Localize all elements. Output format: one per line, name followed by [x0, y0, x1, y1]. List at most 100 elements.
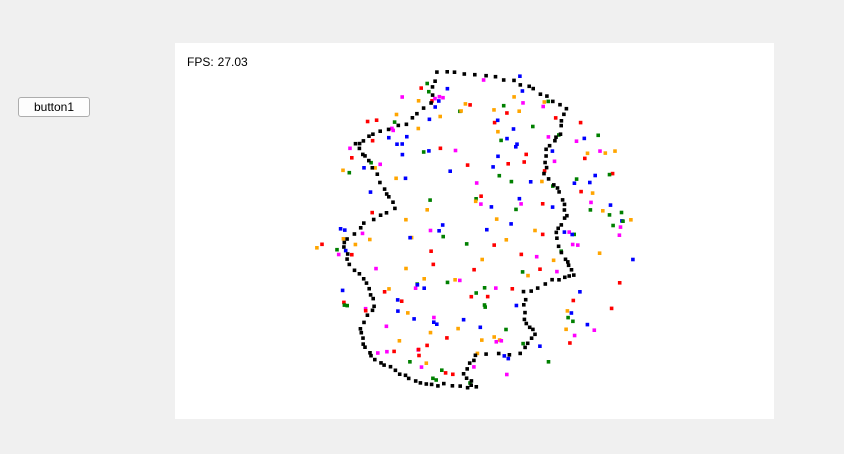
particle [461, 317, 466, 322]
particle [497, 173, 502, 178]
particle [342, 245, 346, 249]
particle [571, 319, 575, 324]
particle [315, 246, 319, 250]
particle [570, 242, 575, 247]
particle [529, 336, 534, 340]
particle [376, 351, 380, 355]
particle [370, 308, 375, 313]
particle [427, 117, 432, 122]
particle [546, 360, 551, 364]
particle [554, 230, 559, 235]
particle [397, 372, 402, 376]
particle [396, 123, 401, 128]
particle [578, 120, 583, 125]
particle [415, 111, 419, 116]
particle [464, 376, 469, 380]
particle [469, 294, 474, 299]
particle [458, 278, 462, 283]
particle [392, 120, 397, 124]
particle [370, 166, 375, 170]
particle [347, 170, 352, 175]
particle [610, 171, 615, 176]
particle [408, 360, 412, 364]
particle [482, 286, 487, 290]
particle [569, 311, 574, 315]
particle [368, 293, 373, 297]
particle [352, 232, 357, 236]
particle [526, 273, 530, 278]
particle [468, 103, 472, 107]
particle [572, 333, 577, 338]
particle [342, 240, 347, 245]
particle [541, 104, 545, 109]
particle [441, 95, 445, 100]
particle [395, 142, 399, 146]
particle [472, 267, 476, 272]
particle [562, 202, 567, 207]
particle [629, 218, 633, 222]
particle [507, 353, 512, 357]
particle [416, 99, 421, 103]
particle [430, 93, 435, 97]
particle [598, 149, 602, 153]
particle [540, 179, 544, 184]
particle [406, 376, 411, 381]
particle [431, 376, 435, 381]
particle [393, 206, 397, 211]
particle [348, 146, 352, 151]
particle [469, 379, 474, 383]
particle [364, 281, 369, 285]
particle [531, 86, 535, 91]
particle [427, 149, 431, 153]
particle-plot [315, 70, 635, 390]
particle [397, 339, 402, 343]
particle [422, 286, 426, 290]
particle [429, 101, 433, 105]
particle [552, 183, 556, 187]
particle [565, 309, 570, 313]
particle [433, 96, 437, 101]
particle [464, 242, 469, 246]
particle [384, 211, 389, 215]
particle [518, 83, 523, 87]
particle [596, 133, 600, 138]
particle [378, 180, 382, 185]
particle [435, 322, 439, 326]
particle [360, 231, 365, 236]
particle [320, 242, 324, 247]
particle [361, 152, 365, 157]
particle [473, 353, 478, 358]
particle [544, 154, 548, 158]
particle [582, 136, 587, 141]
particle [400, 152, 405, 157]
particle [478, 325, 483, 330]
particle [372, 304, 376, 309]
particle [382, 290, 387, 294]
particle [367, 286, 371, 291]
particle [617, 281, 622, 285]
particle [465, 385, 470, 390]
particle [505, 111, 509, 115]
particle [462, 72, 467, 76]
particle [382, 363, 386, 367]
particle [590, 191, 595, 195]
particle [514, 145, 518, 149]
particle [568, 341, 572, 345]
particle [357, 272, 362, 276]
particle [400, 142, 404, 146]
particle [347, 262, 352, 267]
particle [416, 347, 421, 352]
particle [618, 225, 623, 229]
button1[interactable]: button1 [18, 97, 90, 117]
particle [504, 327, 508, 332]
particle [480, 338, 484, 342]
particle [531, 327, 535, 332]
particle [400, 95, 404, 99]
particle [555, 186, 560, 190]
particle [361, 277, 366, 281]
particle [619, 210, 624, 215]
particle [363, 345, 367, 349]
particle [550, 205, 555, 209]
particle-canvas[interactable]: FPS: 27.03 [175, 43, 774, 419]
particle [399, 299, 404, 303]
